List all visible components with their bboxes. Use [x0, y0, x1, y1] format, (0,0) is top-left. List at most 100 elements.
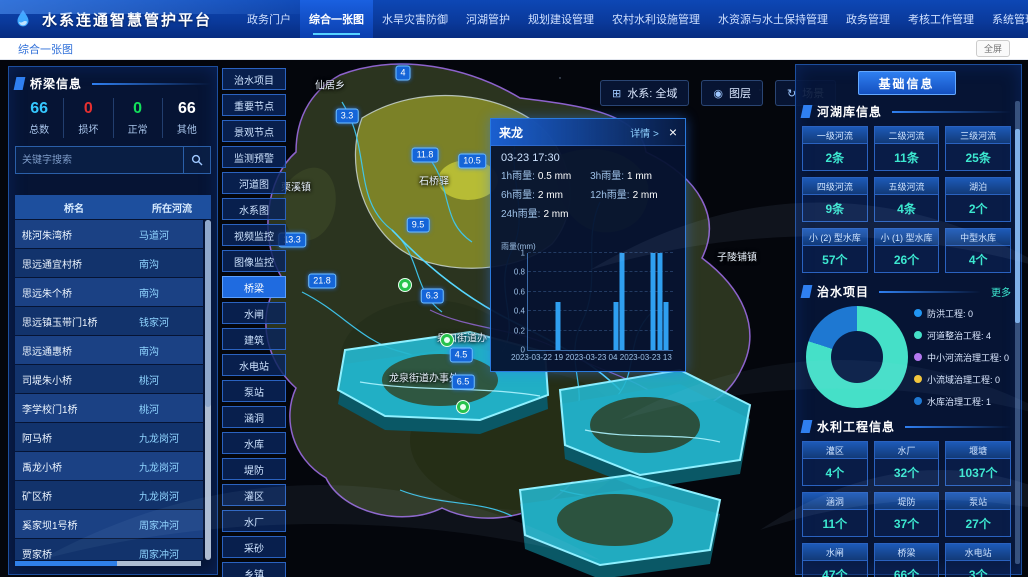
rain-stat: 12h雨量:2 mm [590, 186, 675, 201]
top-navbar: 水系连通智慧管护平台 政务门户综合一张图水旱灾害防御河湖管护规划建设管理农村水利… [0, 0, 1028, 38]
map-marker[interactable]: 21.8 [308, 274, 336, 289]
map-station-icon[interactable] [440, 333, 454, 347]
legend-item: 中小河流治理工程: 0 [914, 351, 1011, 364]
cell-bridge-name: 禹龙小桥 [15, 459, 133, 474]
layer-item[interactable]: 视频监控 [222, 224, 286, 246]
layer-item[interactable]: 河道图 [222, 172, 286, 194]
search-input[interactable] [16, 147, 183, 173]
table-row[interactable]: 思远通宜村桥南沟 [15, 249, 203, 277]
section-accent [14, 77, 26, 90]
nav-item[interactable]: 水旱灾害防御 [373, 0, 457, 38]
nav-item[interactable]: 考核工作管理 [899, 0, 983, 38]
cell-river-name: 周家冲河 [133, 546, 179, 561]
layer-item[interactable]: 乡镇 [222, 562, 286, 577]
table-row[interactable]: 思远朱个桥南沟 [15, 278, 203, 306]
map-control-grid[interactable]: ⊞水系: 全域 [600, 80, 689, 106]
table-row[interactable]: 阿马桥九龙岗河 [15, 423, 203, 451]
table-row[interactable]: 桃河朱湾桥马道河 [15, 220, 203, 248]
table-row[interactable]: 思远镇玉带门1桥钱家河 [15, 307, 203, 335]
map-station-icon[interactable] [398, 278, 412, 292]
map-marker[interactable]: 4 [395, 66, 410, 81]
layer-item[interactable]: 水厂 [222, 510, 286, 532]
table-horizontal-scrollbar[interactable] [15, 561, 201, 566]
stat-card: 泵站27个 [945, 492, 1011, 537]
nav-item[interactable]: 规划建设管理 [519, 0, 603, 38]
nav-item[interactable]: 农村水利设施管理 [603, 0, 709, 38]
card-label: 小 (2) 型水库 [803, 229, 867, 246]
stat-card: 堤防37个 [874, 492, 940, 537]
cell-bridge-name: 阿马桥 [15, 430, 133, 445]
search-button[interactable] [183, 147, 210, 173]
cell-bridge-name: 思远镇玉带门1桥 [15, 314, 133, 329]
legend-item: 防洪工程: 0 [914, 307, 1011, 320]
chart-y-tick: 0.2 [514, 326, 525, 335]
layer-item[interactable]: 采砂 [222, 536, 286, 558]
legend-dot [914, 397, 922, 405]
card-value: 9条 [803, 200, 867, 217]
layer-item[interactable]: 涵洞 [222, 406, 286, 428]
nav-item[interactable]: 政务门户 [238, 0, 300, 38]
map-marker[interactable]: 6.5 [452, 375, 475, 390]
card-label: 二级河流 [875, 127, 939, 144]
stat-label: 总数 [15, 121, 63, 136]
stat-card: 涵洞11个 [802, 492, 868, 537]
nav-item[interactable]: 水资源与水土保持管理 [709, 0, 837, 38]
card-value: 11条 [875, 149, 939, 166]
table-row[interactable]: 禹龙小桥九龙岗河 [15, 452, 203, 480]
map-marker[interactable]: 9.5 [407, 218, 430, 233]
layer-item[interactable]: 重要节点 [222, 94, 286, 116]
right-panel-scrollbar[interactable] [1015, 101, 1020, 564]
table-row[interactable]: 贾家桥周家冲河 [15, 539, 203, 560]
layer-item[interactable]: 建筑 [222, 328, 286, 350]
cell-river-name: 南沟 [133, 256, 159, 271]
map-marker[interactable]: 3.3 [336, 109, 359, 124]
table-row[interactable]: 李学校门1桥桃河 [15, 394, 203, 422]
layer-item[interactable]: 水电站 [222, 354, 286, 376]
fullscreen-button[interactable]: 全屏 [976, 40, 1010, 57]
map-station-icon[interactable] [456, 400, 470, 414]
more-link[interactable]: 更多 [991, 284, 1011, 299]
layer-item[interactable]: 水闸 [222, 302, 286, 324]
map-marker[interactable]: 11.8 [412, 148, 439, 163]
stat-card: 一级河流2条 [802, 126, 868, 171]
projects-donut-chart [806, 306, 908, 408]
layer-item[interactable]: 治水项目 [222, 68, 286, 90]
layer-item[interactable]: 水系图 [222, 198, 286, 220]
layer-item[interactable]: 水库 [222, 432, 286, 454]
basic-info-button[interactable]: 基础信息 [858, 71, 956, 95]
table-vertical-scrollbar[interactable] [205, 220, 211, 560]
layer-item[interactable]: 图像监控 [222, 250, 286, 272]
cell-river-name: 九龙岗河 [133, 488, 179, 503]
engineering-cards: 灌区4个水厂32个堰塘1037个涵洞11个堤防37个泵站27个水闸47个桥梁66… [802, 441, 1011, 577]
table-row[interactable]: 奚家坝1号桥周家冲河 [15, 510, 203, 538]
card-value: 32个 [875, 464, 939, 481]
card-label: 堰塘 [946, 442, 1010, 459]
map-marker[interactable]: 10.5 [458, 154, 486, 169]
section-line [905, 426, 1011, 428]
popup-detail-link[interactable]: 详情 > [630, 125, 659, 140]
layer-item[interactable]: 监测预警 [222, 146, 286, 168]
nav-item[interactable]: 政务管理 [837, 0, 899, 38]
map-place-label: 子陵铺镇 [717, 249, 757, 264]
map-marker[interactable]: 6.3 [421, 289, 444, 304]
layer-item[interactable]: 灌区 [222, 484, 286, 506]
cell-river-name: 马道河 [133, 227, 169, 242]
table-row[interactable]: 矿区桥九龙岗河 [15, 481, 203, 509]
app-title: 水系连通智慧管护平台 [42, 9, 212, 30]
layer-item[interactable]: 景观节点 [222, 120, 286, 142]
nav-item[interactable]: 综合一张图 [300, 0, 373, 38]
layer-item[interactable]: 桥梁 [222, 276, 286, 298]
close-icon[interactable]: × [669, 125, 677, 139]
map-marker[interactable]: 4.5 [450, 348, 473, 363]
layer-item[interactable]: 泵站 [222, 380, 286, 402]
bridge-stat: 66其他 [163, 98, 211, 138]
table-row[interactable]: 司堤朱小桥桃河 [15, 365, 203, 393]
map-control-layers[interactable]: ◉图层 [701, 80, 763, 106]
card-value: 47个 [803, 566, 867, 577]
nav-item[interactable]: 系统管理 [983, 0, 1028, 38]
table-row[interactable]: 思远通惠桥南沟 [15, 336, 203, 364]
stat-value: 0 [114, 100, 162, 118]
section-line [879, 291, 981, 293]
layer-item[interactable]: 堤防 [222, 458, 286, 480]
nav-item[interactable]: 河湖管护 [457, 0, 519, 38]
